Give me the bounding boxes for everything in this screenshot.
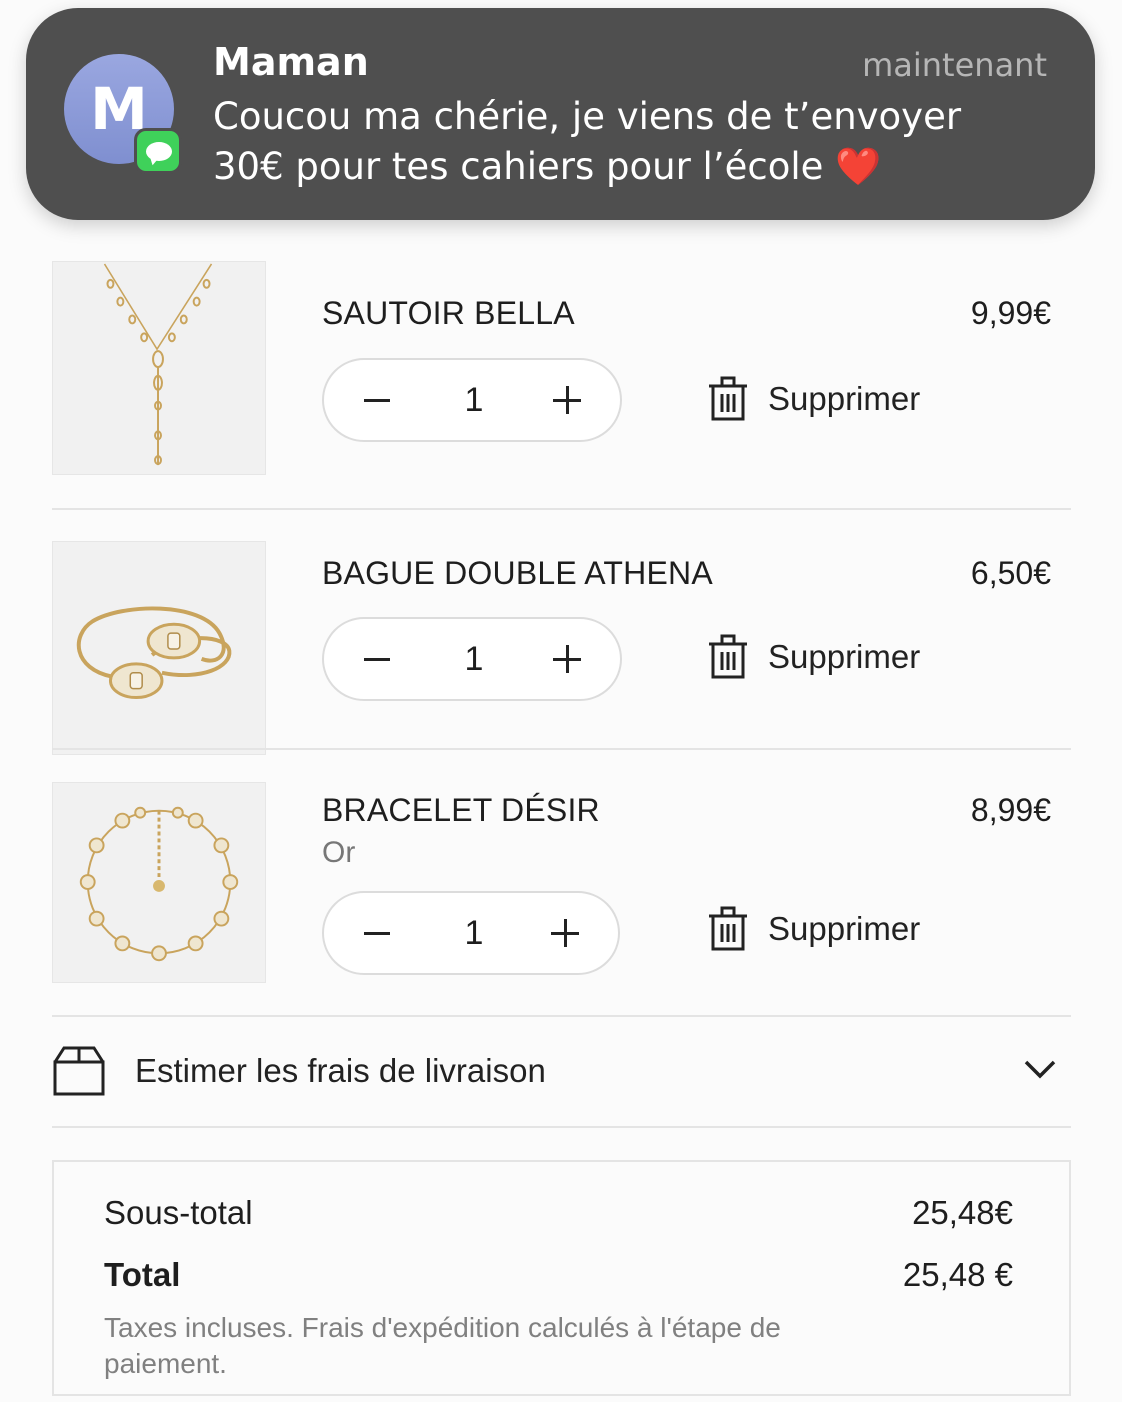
necklace-icon <box>103 263 213 466</box>
trash-icon <box>709 376 747 421</box>
product-name[interactable]: BAGUE DOUBLE ATHENA <box>322 555 713 592</box>
message-notification[interactable]: M Maman maintenant Coucou ma chérie, je … <box>26 8 1095 220</box>
subtotal-label: Sous-total <box>104 1194 253 1231</box>
trash-icon <box>709 634 747 679</box>
trash-icon <box>709 906 747 951</box>
bracelet-icon <box>79 806 239 962</box>
remove-item-button[interactable]: Supprimer <box>708 906 920 952</box>
decrease-quantity-button[interactable] <box>332 893 422 973</box>
tax-shipping-note: Taxes incluses. Frais d'expédition calcu… <box>104 1312 781 1379</box>
increase-quantity-button[interactable] <box>522 619 612 699</box>
quantity-stepper: 1 <box>322 891 620 975</box>
product-price: 8,99€ <box>970 792 1051 828</box>
decrease-quantity-button[interactable] <box>332 360 422 440</box>
remove-item-button[interactable]: Supprimer <box>708 376 920 422</box>
quantity-stepper: 1 <box>322 358 622 442</box>
remove-label: Supprimer <box>768 638 921 675</box>
quantity-value[interactable]: 1 <box>444 619 504 699</box>
increase-quantity-button[interactable] <box>520 893 610 973</box>
remove-label: Supprimer <box>768 380 921 417</box>
product-price: 9,99€ <box>970 295 1051 331</box>
subtotal-row: Sous-total 25,48€ <box>104 1194 1013 1232</box>
quantity-value[interactable]: 1 <box>444 893 504 973</box>
divider <box>52 748 1071 750</box>
subtotal-value: 25,48€ <box>912 1194 1013 1231</box>
product-name[interactable]: BRACELET DÉSIR <box>322 792 600 829</box>
divider <box>52 1126 1071 1128</box>
total-label: Total <box>104 1256 181 1293</box>
product-variant: Or <box>322 836 356 869</box>
remove-item-button[interactable]: Supprimer <box>708 634 920 680</box>
messages-icon <box>134 128 182 174</box>
product-image-bracelet[interactable] <box>52 782 266 983</box>
quantity-value[interactable]: 1 <box>444 360 504 440</box>
remove-label: Supprimer <box>768 910 921 947</box>
divider <box>52 508 1071 510</box>
product-name[interactable]: SAUTOIR BELLA <box>322 295 575 332</box>
ring-icon <box>76 606 232 700</box>
divider <box>52 1015 1071 1017</box>
notification-sender: Maman <box>213 40 369 84</box>
product-price: 6,50€ <box>970 555 1051 591</box>
product-image-necklace[interactable] <box>52 261 266 475</box>
quantity-stepper: 1 <box>322 617 622 701</box>
order-summary: Sous-total 25,48€ Total 25,48 € Taxes in… <box>52 1160 1071 1396</box>
notification-message: Coucou ma chérie, je viens de t’envoyer … <box>213 95 962 188</box>
shipping-estimate-toggle[interactable]: Estimer les frais de livraison <box>52 1044 1071 1104</box>
notification-time: maintenant <box>862 46 1047 84</box>
decrease-quantity-button[interactable] <box>332 619 422 699</box>
chevron-down-icon <box>1024 1060 1056 1079</box>
package-box-icon <box>53 1046 105 1096</box>
total-value: 25,48 € <box>902 1256 1013 1293</box>
shipping-estimate-label: Estimer les frais de livraison <box>135 1052 546 1089</box>
total-row: Total 25,48 € <box>104 1256 1013 1294</box>
increase-quantity-button[interactable] <box>522 360 612 440</box>
product-image-ring[interactable] <box>52 541 266 755</box>
